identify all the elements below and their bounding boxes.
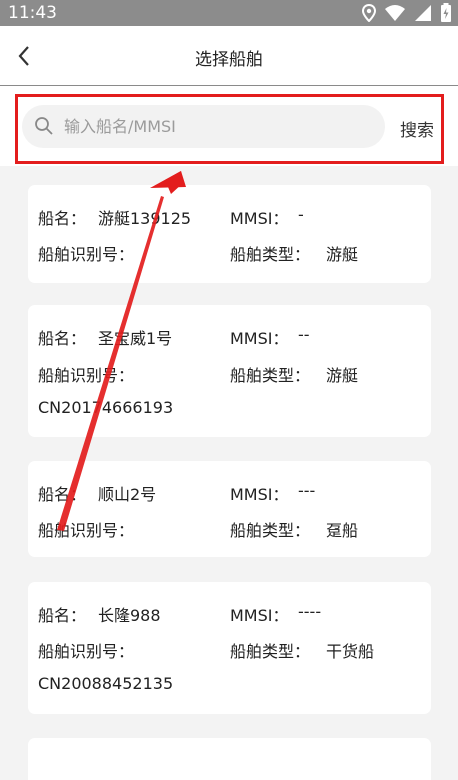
search-highlight-frame <box>15 94 444 164</box>
location-icon <box>362 4 376 22</box>
ship-mmsi-label: MMSI： <box>230 209 289 228</box>
ship-id-label: 船舶识别号： <box>38 366 135 385</box>
ship-name: 圣宝威1号 <box>98 329 173 348</box>
ship-type: 干货船 <box>326 642 375 661</box>
status-bar: 11:43 <box>0 0 458 26</box>
ship-id-label: 船舶识别号： <box>38 642 135 661</box>
ship-id-label: 船舶识别号： <box>38 245 135 264</box>
ship-name: 长隆988 <box>98 606 161 625</box>
signal-icon <box>415 5 431 21</box>
app-bar: 选择船舶 <box>0 26 458 86</box>
ship-name-label: 船名： <box>38 329 87 348</box>
ship-type: 游艇 <box>326 366 359 385</box>
ship-card[interactable]: 船名： 圣宝威1号 MMSI： -- 船舶识别号： 船舶类型： 游艇 CN201… <box>28 305 431 437</box>
status-icons <box>362 3 452 23</box>
status-time: 11:43 <box>8 3 57 23</box>
ship-type-label: 船舶类型： <box>230 366 311 385</box>
ship-card[interactable]: 船名： 顺山2号 MMSI： --- 船舶识别号： 船舶类型： 趸船 <box>28 461 431 557</box>
ship-name-label: 船名： <box>38 485 87 504</box>
ship-card[interactable]: 船名： 长隆988 MMSI： ---- 船舶识别号： 船舶类型： 干货船 CN… <box>28 582 431 714</box>
ship-name: 顺山2号 <box>98 485 157 504</box>
wifi-icon <box>385 5 405 21</box>
battery-icon <box>441 3 451 22</box>
ship-mmsi-label: MMSI： <box>230 606 289 625</box>
ship-name: 游艇139125 <box>98 209 192 228</box>
ship-id-label: 船舶识别号： <box>38 521 135 540</box>
ship-id: CN20174666193 <box>38 398 174 417</box>
ship-type: 趸船 <box>326 521 359 540</box>
ship-name-label: 船名： <box>38 209 87 228</box>
ship-mmsi: ---- <box>298 602 322 621</box>
ship-type-label: 船舶类型： <box>230 245 311 264</box>
page-title: 选择船舶 <box>195 50 263 70</box>
ship-mmsi: --- <box>298 481 316 500</box>
ship-mmsi-label: MMSI： <box>230 329 289 348</box>
ship-card[interactable] <box>28 738 431 780</box>
ship-id: CN20088452135 <box>38 674 174 693</box>
ship-type-label: 船舶类型： <box>230 642 311 661</box>
ship-type: 游艇 <box>326 245 359 264</box>
ship-name-label: 船名： <box>38 606 87 625</box>
ship-type-label: 船舶类型： <box>230 521 311 540</box>
ship-mmsi: - <box>298 205 304 224</box>
ship-mmsi: -- <box>298 325 310 344</box>
ship-card[interactable]: 船名： 游艇139125 MMSI： - 船舶识别号： 船舶类型： 游艇 <box>28 185 431 283</box>
ship-mmsi-label: MMSI： <box>230 485 289 504</box>
